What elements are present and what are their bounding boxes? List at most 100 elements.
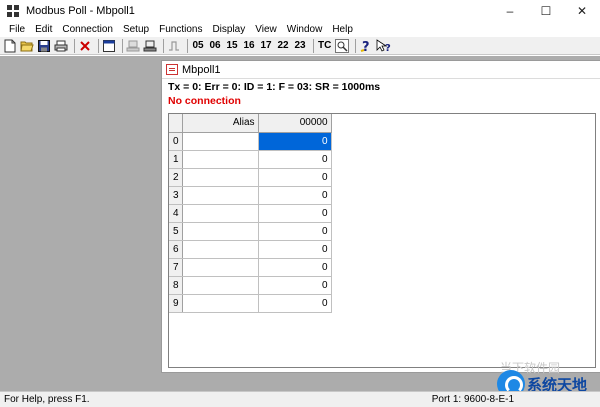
row-index: 0: [169, 132, 183, 151]
toolbar-separator: [98, 38, 99, 53]
menu-window[interactable]: Window: [282, 24, 328, 35]
table-row: 0 0: [169, 132, 332, 151]
value-cell[interactable]: 0: [258, 186, 332, 205]
fc-16-button[interactable]: 16: [242, 38, 256, 54]
alias-cell[interactable]: [182, 150, 259, 169]
table-row: 3 0: [169, 186, 332, 205]
value-column-header[interactable]: 00000: [258, 114, 332, 133]
toolbar-separator: [187, 38, 188, 53]
fc-23-button[interactable]: 23: [293, 38, 307, 54]
new-file-icon[interactable]: [3, 38, 17, 54]
child-window-title: Mbpoll1: [182, 63, 221, 76]
toolbar-separator: [122, 38, 123, 53]
svg-text:?: ?: [385, 43, 391, 53]
disconnect-icon[interactable]: [143, 38, 157, 54]
port-status-text: Port 1: 9600-8-E-1: [431, 394, 514, 405]
menu-functions[interactable]: Functions: [154, 24, 207, 35]
value-cell[interactable]: 0: [258, 204, 332, 223]
alias-column-header[interactable]: Alias: [182, 114, 259, 133]
value-cell[interactable]: 0: [258, 294, 332, 313]
print-icon[interactable]: [54, 38, 68, 54]
connect-icon[interactable]: [126, 38, 140, 54]
table-row: 1 0: [169, 150, 332, 169]
search-icon[interactable]: [335, 38, 350, 54]
value-cell[interactable]: 0: [258, 240, 332, 259]
row-index: 8: [169, 276, 183, 295]
title-bar: Modbus Poll - Mbpoll1 – ☐ ✕: [0, 0, 600, 22]
app-icon[interactable]: [6, 4, 20, 18]
table-row: 5 0: [169, 222, 332, 241]
pulse-icon[interactable]: [167, 38, 181, 54]
menu-setup[interactable]: Setup: [118, 24, 154, 35]
value-cell[interactable]: 0: [258, 276, 332, 295]
menu-edit[interactable]: Edit: [30, 24, 57, 35]
row-index: 7: [169, 258, 183, 277]
alias-cell[interactable]: [182, 204, 259, 223]
menu-connection[interactable]: Connection: [57, 24, 118, 35]
menu-display[interactable]: Display: [207, 24, 250, 35]
alias-cell[interactable]: [182, 276, 259, 295]
table-row: 7 0: [169, 258, 332, 277]
fc-06-button[interactable]: 06: [208, 38, 222, 54]
row-index: 2: [169, 168, 183, 187]
status-bar: For Help, press F1. Port 1: 9600-8-E-1: [0, 391, 600, 407]
toolbar: 05 06 15 16 17 22 23 TC ? ?: [0, 37, 600, 55]
child-window-title-bar[interactable]: Mbpoll1: [162, 61, 600, 79]
alias-cell[interactable]: [182, 186, 259, 205]
connection-status: No connection: [168, 95, 241, 107]
value-cell[interactable]: 0: [258, 168, 332, 187]
table-row: 4 0: [169, 204, 332, 223]
help-icon[interactable]: ?: [359, 38, 373, 54]
close-button[interactable]: ✕: [564, 0, 600, 22]
row-index: 3: [169, 186, 183, 205]
document-icon: [166, 64, 178, 75]
row-index: 9: [169, 294, 183, 313]
row-index: 1: [169, 150, 183, 169]
toolbar-separator: [355, 38, 357, 53]
table-row: 2 0: [169, 168, 332, 187]
menu-file[interactable]: File: [4, 24, 30, 35]
minimize-button[interactable]: –: [492, 0, 528, 22]
mdi-workspace: Mbpoll1 Tx = 0: Err = 0: ID = 1: F = 03:…: [0, 56, 600, 391]
alias-cell[interactable]: [182, 294, 259, 313]
toolbar-separator: [74, 38, 75, 53]
alias-cell[interactable]: [182, 240, 259, 259]
child-window-mbpoll1[interactable]: Mbpoll1 Tx = 0: Err = 0: ID = 1: F = 03:…: [161, 60, 600, 373]
context-help-icon[interactable]: ?: [376, 38, 392, 54]
menu-bar: File Edit Connection Setup Functions Dis…: [0, 22, 600, 37]
value-cell[interactable]: 0: [258, 150, 332, 169]
table-row: 9 0: [169, 294, 332, 313]
value-cell[interactable]: 0: [258, 258, 332, 277]
register-grid: Alias 00000 0 0 1 0 2 0 3 0 4 0 5 0 6 0 …: [168, 113, 596, 368]
fc-05-button[interactable]: 05: [191, 38, 205, 54]
table-row: 8 0: [169, 276, 332, 295]
alias-cell[interactable]: [182, 168, 259, 187]
help-hint-text: For Help, press F1.: [4, 394, 90, 405]
menu-help[interactable]: Help: [327, 24, 358, 35]
toolbar-separator: [313, 38, 314, 53]
table-row: 6 0: [169, 240, 332, 259]
grid-header-row: Alias 00000: [169, 114, 332, 133]
value-cell-selected[interactable]: 0: [258, 132, 332, 151]
fc-15-button[interactable]: 15: [225, 38, 239, 54]
grid-corner-cell: [169, 114, 183, 133]
maximize-button[interactable]: ☐: [528, 0, 564, 22]
save-icon[interactable]: [37, 38, 51, 54]
tc-button[interactable]: TC: [317, 38, 332, 54]
window-icon[interactable]: [102, 38, 116, 54]
toolbar-separator: [163, 38, 164, 53]
row-index: 6: [169, 240, 183, 259]
open-folder-icon[interactable]: [20, 38, 34, 54]
fc-22-button[interactable]: 22: [276, 38, 290, 54]
row-index: 5: [169, 222, 183, 241]
poll-info-line: Tx = 0: Err = 0: ID = 1: F = 03: SR = 10…: [168, 81, 381, 93]
fc-17-button[interactable]: 17: [259, 38, 273, 54]
value-cell[interactable]: 0: [258, 222, 332, 241]
row-index: 4: [169, 204, 183, 223]
delete-icon[interactable]: [78, 38, 92, 54]
alias-cell[interactable]: [182, 132, 259, 151]
alias-cell[interactable]: [182, 258, 259, 277]
alias-cell[interactable]: [182, 222, 259, 241]
menu-view[interactable]: View: [250, 24, 282, 35]
window-title: Modbus Poll - Mbpoll1: [26, 5, 135, 17]
